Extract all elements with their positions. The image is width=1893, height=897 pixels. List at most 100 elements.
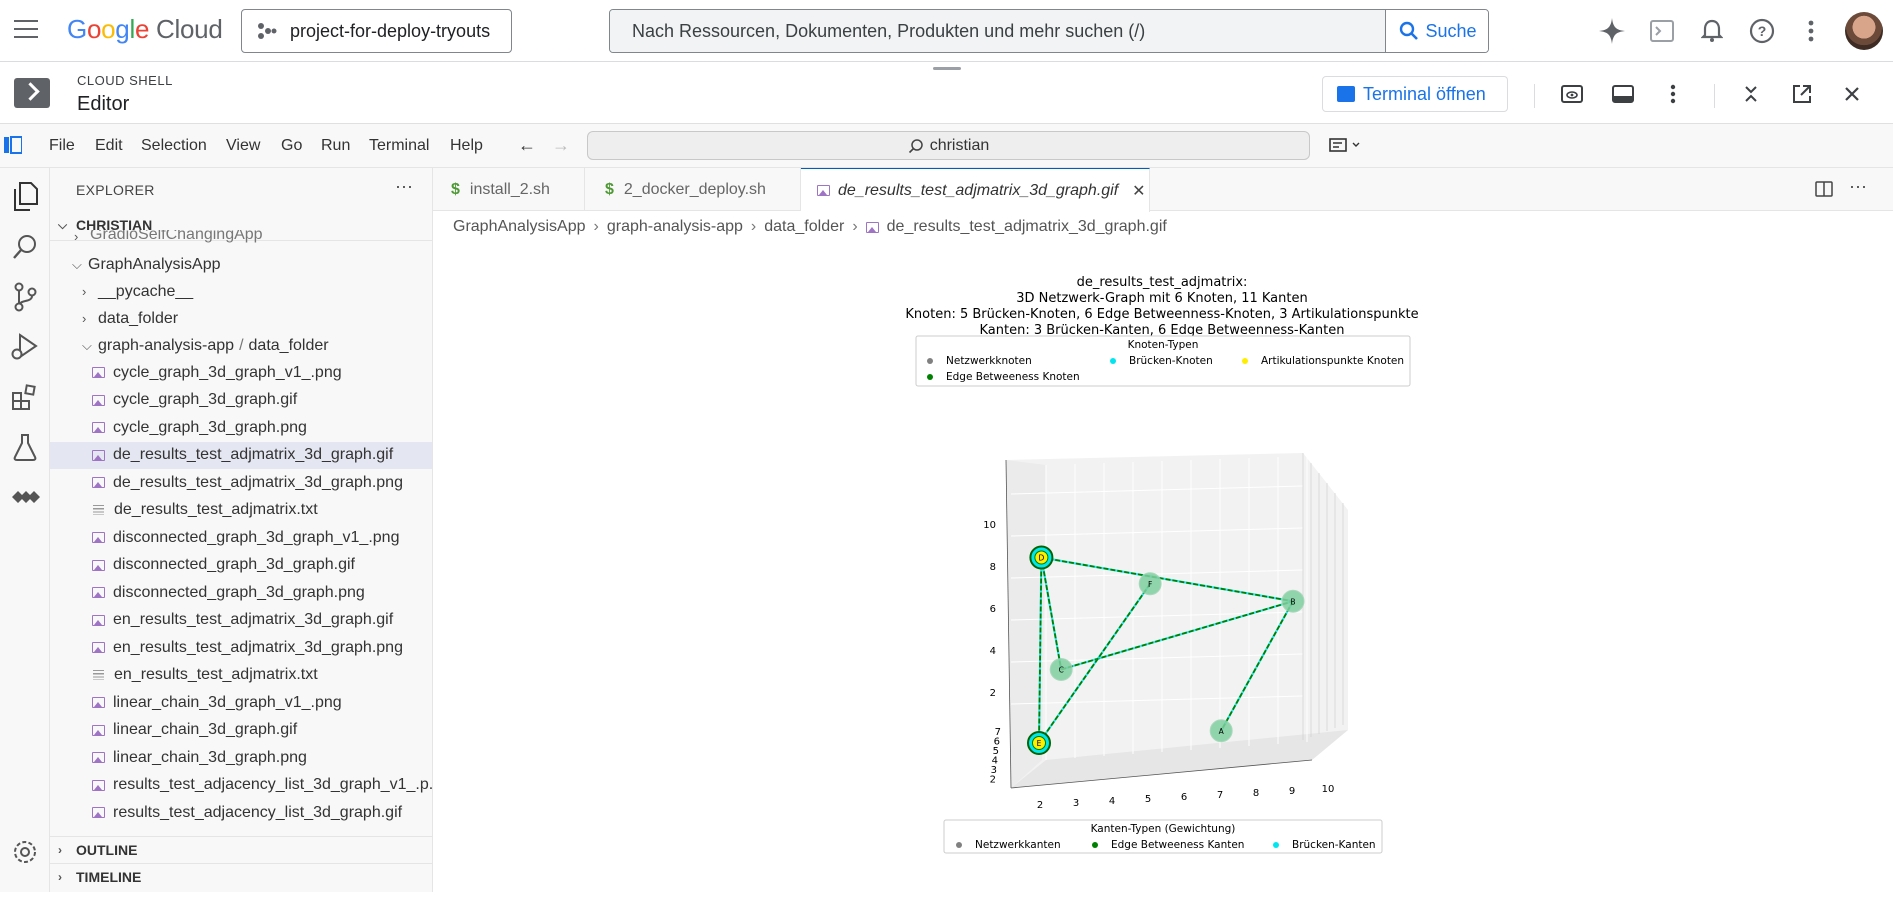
tree-file[interactable]: linear_chain_3d_graph.gif — [50, 717, 432, 744]
graph-3d-chart: de_results_test_adjmatrix:3D Netzwerk-Gr… — [905, 275, 1419, 854]
tab-2-docker-deploy-sh[interactable]: $ 2_docker_deploy.sh — [585, 168, 801, 211]
tree-file[interactable]: disconnected_graph_3d_graph.png — [50, 579, 432, 606]
image-file-icon — [92, 587, 105, 598]
tree-file[interactable]: cycle_graph_3d_graph.gif — [50, 387, 432, 414]
forward-arrow-icon[interactable]: → — [552, 135, 570, 156]
node-label: A — [1219, 727, 1225, 736]
menu-edit[interactable]: Edit — [95, 137, 123, 155]
more-options-icon[interactable] — [1797, 17, 1825, 45]
chevron-right-icon: › — [74, 230, 79, 244]
split-editor-icon[interactable] — [1815, 181, 1833, 197]
tree-file[interactable]: de_results_test_adjmatrix.txt — [50, 497, 432, 524]
tree-file[interactable]: linear_chain_3d_graph_v1_.png — [50, 689, 432, 716]
tree-file[interactable]: linear_chain_3d_graph.png — [50, 744, 432, 771]
outline-header[interactable]: › OUTLINE — [50, 836, 432, 862]
tree-file[interactable]: en_results_test_adjmatrix_3d_graph.png — [50, 634, 432, 661]
settings-gear-icon[interactable] — [8, 835, 42, 869]
tree-file[interactable]: cycle_graph_3d_graph.png — [50, 414, 432, 441]
legend-label: Edge Betweeness Knoten — [946, 371, 1080, 383]
node-label: D — [1039, 554, 1045, 563]
breadcrumb-item[interactable]: de_results_test_adjmatrix_3d_graph.gif — [887, 218, 1167, 236]
chevron-right-icon: › — [593, 218, 599, 235]
menu-selection[interactable]: Selection — [141, 137, 207, 155]
timeline-header[interactable]: › TIMELINE — [50, 863, 432, 889]
menu-help[interactable]: Help — [450, 137, 483, 155]
minimize-icon[interactable] — [1737, 80, 1765, 108]
search-icon[interactable] — [8, 230, 42, 264]
tree-folder-partial[interactable]: › GradioSelfChangingApp — [50, 230, 432, 244]
search-button[interactable]: Suche — [1385, 10, 1488, 52]
menu-go[interactable]: Go — [281, 137, 302, 155]
cloud-shell-icon[interactable] — [1648, 17, 1676, 45]
search-input[interactable] — [610, 10, 1385, 52]
tab-label: install_2.sh — [469, 180, 550, 198]
google-cloud-logo[interactable]: Google Cloud — [67, 14, 223, 45]
tab-label: 2_docker_deploy.sh — [623, 180, 766, 198]
open-new-window-icon[interactable] — [1788, 80, 1816, 108]
command-center[interactable]: christian — [587, 131, 1310, 160]
chevron-right-icon: › — [852, 218, 858, 235]
extensions-icon[interactable] — [8, 380, 42, 414]
cloud-code-icon[interactable] — [8, 480, 42, 514]
tree-folder-graph-analysis-app[interactable]: ⌵ graph-analysis-app / data_folder — [50, 332, 432, 359]
resize-handle[interactable] — [933, 67, 961, 70]
explorer-more-icon[interactable]: ··· — [395, 176, 413, 197]
axes-3d: 2468107654322 3 4 5 6 7 8 9 10 — [983, 453, 1348, 811]
tree-folder-label: GradioSelfChangingApp — [90, 230, 263, 243]
run-debug-icon[interactable] — [8, 330, 42, 364]
main-menu-icon[interactable] — [14, 20, 38, 40]
editor-more-icon[interactable]: ··· — [1849, 176, 1867, 197]
menu-file[interactable]: File — [49, 137, 75, 155]
back-arrow-icon[interactable]: ← — [518, 135, 536, 156]
tree-file[interactable]: disconnected_graph_3d_graph_v1_.png — [50, 524, 432, 551]
breadcrumb-item[interactable]: GraphAnalysisApp — [453, 218, 586, 236]
source-control-icon[interactable] — [8, 280, 42, 314]
x-tick-label: 9 — [1289, 786, 1295, 797]
avatar[interactable] — [1845, 12, 1883, 50]
tree-file[interactable]: de_results_test_adjmatrix_3d_graph.png — [50, 469, 432, 496]
tree-file[interactable]: results_test_adjacency_list_3d_graph_v1_… — [50, 772, 432, 799]
chevron-right-icon: › — [82, 284, 87, 299]
testing-icon[interactable] — [8, 430, 42, 464]
tree-file[interactable]: en_results_test_adjmatrix.txt — [50, 662, 432, 689]
image-file-icon — [92, 807, 105, 818]
chart-title-line: 3D Netzwerk-Graph mit 6 Knoten, 11 Kante… — [1016, 291, 1307, 306]
menu-view[interactable]: View — [226, 137, 260, 155]
tree-file[interactable]: cycle_graph_3d_graph_v1_.png — [50, 359, 432, 386]
close-icon[interactable] — [1838, 80, 1866, 108]
z-tick-label: 6 — [990, 604, 996, 615]
project-picker-button[interactable]: project-for-deploy-tryouts — [241, 9, 512, 53]
tree-folder-graphanalysisapp[interactable]: ⌵ GraphAnalysisApp — [50, 251, 432, 278]
breadcrumb-item[interactable]: data_folder — [764, 218, 844, 236]
legend-marker — [1092, 842, 1098, 848]
explorer-icon[interactable] — [8, 180, 42, 214]
breadcrumb-item[interactable]: graph-analysis-app — [607, 218, 743, 236]
tree-folder-label: data_folder — [248, 336, 329, 354]
tree-file[interactable]: de_results_test_adjmatrix_3d_graph.gif — [50, 441, 432, 469]
gemini-icon[interactable] — [1598, 17, 1626, 45]
tree-file-label: en_results_test_adjmatrix_3d_graph.gif — [113, 611, 394, 628]
tree-folder-pycache[interactable]: › __pycache__ — [50, 278, 432, 305]
open-terminal-button[interactable]: Terminal öffnen — [1322, 76, 1508, 112]
shell-more-icon[interactable] — [1659, 80, 1687, 108]
web-preview-icon[interactable] — [1558, 80, 1586, 108]
activity-bar — [0, 168, 50, 892]
menu-terminal[interactable]: Terminal — [369, 137, 429, 155]
tree-file[interactable]: en_results_test_adjmatrix_3d_graph.gif — [50, 607, 432, 634]
tab-de-results-gif[interactable]: de_results_test_adjmatrix_3d_graph.gif ✕ — [801, 168, 1150, 212]
layout-panel-icon[interactable] — [1609, 80, 1637, 108]
notifications-icon[interactable] — [1698, 17, 1726, 45]
legend-marker — [1242, 358, 1248, 364]
tree-folder-data-folder[interactable]: › data_folder — [50, 305, 432, 332]
chat-layout-icon[interactable] — [1328, 135, 1364, 157]
search-icon — [908, 138, 923, 153]
help-icon[interactable]: ? — [1748, 17, 1776, 45]
edge-legend: Kanten-Typen (Gewichtung) Netzwerkkanten E… — [943, 819, 1383, 854]
tab-install-2-sh[interactable]: $ install_2.sh — [433, 168, 585, 211]
search-bar: Suche — [609, 9, 1489, 53]
explorer-sidebar: EXPLORER ··· ⌵ CHRISTIAN › GradioSelfCha… — [50, 168, 433, 892]
close-icon[interactable]: ✕ — [1132, 181, 1145, 201]
tree-file[interactable]: results_test_adjacency_list_3d_graph.gif — [50, 799, 432, 826]
tree-file[interactable]: disconnected_graph_3d_graph.gif — [50, 552, 432, 579]
menu-run[interactable]: Run — [321, 137, 350, 155]
